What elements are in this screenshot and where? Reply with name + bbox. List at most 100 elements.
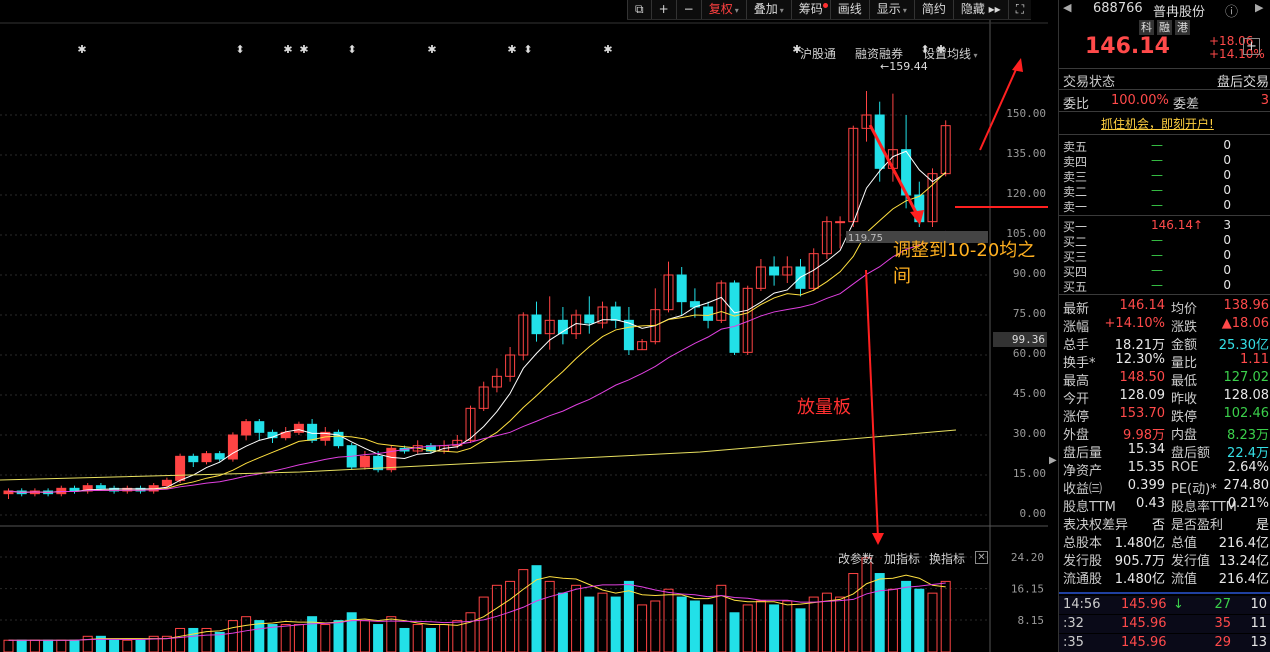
link-ma-settings[interactable]: 设置均线 ▾ (923, 45, 978, 62)
stat-value: 0.43 (1136, 496, 1165, 511)
stats-row: 换手* 12.30% 量比 1.11 (1059, 351, 1270, 371)
bids-row[interactable]: 买五 — 0 (1059, 277, 1270, 294)
volume-bar (808, 596, 819, 652)
volume-bar (333, 620, 344, 652)
toolbar-item-label: 显示 (876, 2, 901, 16)
toolbar-item-6[interactable]: 画线 (829, 0, 869, 19)
mid-price-label: 119.75 (848, 233, 883, 244)
tick-volume: 35 (1214, 616, 1231, 631)
level-price: 146.14↑ (1151, 218, 1204, 232)
price-tick: 45.00 (1012, 387, 1046, 400)
toolbar-item-label: 画线 (837, 2, 862, 16)
switch-indicator-button[interactable]: 换指标 (929, 550, 965, 567)
close-icon[interactable]: ✕ (975, 551, 988, 564)
toolbar-item-0[interactable]: ⧉ (627, 0, 651, 19)
price-tick: 60.00 (1012, 347, 1046, 360)
change-params-button[interactable]: 改参数 (838, 550, 874, 567)
bids-row[interactable]: 买四 —0 (1059, 262, 1270, 279)
candle-body (161, 479, 172, 487)
volume-bar (69, 639, 80, 652)
add-indicator-button[interactable]: 加指标 (884, 550, 920, 567)
toolbar-item-8[interactable]: 简约 (913, 0, 953, 19)
arrow-line (868, 124, 922, 221)
level-volume: 0 (1223, 248, 1231, 262)
prev-stock-icon[interactable]: ◀ (1063, 1, 1071, 14)
chart-toolbar: ⧉ + − 复权 ▾ 叠加 ▾ 筹码 画线 显示 ▾ 简约 隐藏 ▸▸ ⛶ (627, 0, 1032, 20)
quote-panel: ◀ 688766 普冉股份 ⓘ ▶ 科 融 港 146.14 +18.06 +1… (1058, 0, 1270, 652)
candle-body (254, 421, 265, 433)
level-volume: 0 (1223, 168, 1231, 182)
volume-bar (175, 627, 186, 652)
price-tick: 120.00 (1006, 187, 1046, 200)
volume-bar (122, 639, 133, 652)
candle-body (69, 487, 80, 492)
stat-value: 148.50 (1119, 370, 1166, 385)
stat-label: ROE (1171, 460, 1199, 475)
level-volume: 0 (1223, 278, 1231, 292)
promo-text[interactable]: 抓住机会，即刻开户! (1101, 115, 1214, 132)
stats-row: 最高 148.50 最低 127.02 (1059, 369, 1270, 389)
toolbar-item-2[interactable]: − (675, 0, 701, 19)
volume-bar (412, 624, 423, 652)
stock-code: 688766 (1093, 1, 1143, 16)
bids-row[interactable]: 买一 146.14↑ 3 (1059, 217, 1270, 234)
candle-body (703, 306, 714, 321)
volume-bar (399, 627, 410, 652)
stats-row: 涨幅 +14.10% 涨跌 ▲18.06 (1059, 315, 1270, 335)
stat-value: 12.30% (1115, 352, 1165, 367)
asks-row[interactable]: 卖三 —0 (1059, 167, 1270, 184)
volume-bar (782, 600, 793, 652)
stats-row: 最新 146.14 均价 138.96 (1059, 297, 1270, 317)
link-hugutong[interactable]: 沪股通 (800, 45, 836, 62)
link-margin[interactable]: 融资融券 (855, 45, 903, 62)
promo-banner[interactable]: 抓住机会，即刻开户! (1059, 114, 1270, 132)
tick-count: 13 (1250, 635, 1267, 650)
asks-row[interactable]: 卖五 —0 (1059, 137, 1270, 154)
asks-row[interactable]: 卖四 —0 (1059, 152, 1270, 169)
toolbar-item-3[interactable]: 复权 ▾ (700, 0, 746, 19)
collapse-panel-icon[interactable]: ▶ (1049, 455, 1057, 473)
volume-bar (769, 604, 780, 652)
level-volume: 0 (1223, 233, 1231, 247)
toolbar-item-label: − (683, 2, 694, 16)
toolbar-item-5[interactable]: 筹码 (790, 0, 830, 19)
candle-body (188, 455, 199, 463)
stats-row: 总股本 1.480亿 总值 216.4亿 (1059, 531, 1270, 551)
current-price-label: 99.36 (993, 332, 1047, 347)
level-label: 买五 (1063, 280, 1088, 294)
candle-body (584, 314, 595, 324)
stat-value: 128.09 (1119, 388, 1166, 403)
toolbar-item-label: 筹码 (798, 2, 823, 16)
tick-time: :35 (1063, 635, 1084, 650)
volume-bar (557, 592, 568, 652)
level-price: — (1151, 153, 1163, 167)
toolbar-item-9[interactable]: 隐藏 ▸▸ (952, 0, 1008, 19)
volume-bar (478, 596, 489, 652)
volume-bar (505, 580, 516, 652)
next-stock-icon[interactable]: ▶ (1255, 1, 1263, 14)
volume-bar (320, 624, 331, 652)
volume-bar (887, 588, 898, 652)
volume-bar (676, 596, 687, 652)
toolbar-item-7[interactable]: 显示 ▾ (868, 0, 914, 19)
volume-bar (293, 624, 304, 652)
ma60-line (0, 429, 957, 481)
level-price: — (1151, 138, 1163, 152)
level-price: — (1151, 278, 1163, 292)
toolbar-item-10[interactable]: ⛶ (1007, 0, 1031, 19)
stats-row: 涨停 153.70 跌停 102.46 (1059, 405, 1270, 425)
volume-bar (729, 612, 740, 652)
bids-row[interactable]: 买二 —0 (1059, 232, 1270, 249)
level-price: — (1151, 248, 1163, 262)
weicha-label: 委差 (1173, 97, 1200, 112)
asks-row[interactable]: 卖二 —0 (1059, 182, 1270, 199)
volume-bar (650, 600, 661, 652)
stat-value: 153.70 (1119, 406, 1166, 421)
toolbar-item-1[interactable]: + (650, 0, 676, 19)
asks-row[interactable]: 卖一 — 0 (1059, 197, 1270, 214)
bids-row[interactable]: 买三 —0 (1059, 247, 1270, 264)
add-watchlist-button[interactable]: + (1243, 38, 1260, 55)
toolbar-item-4[interactable]: 叠加 ▾ (745, 0, 791, 19)
volume-bar (439, 624, 450, 652)
toolbar-item-label: 隐藏 ▸▸ (960, 2, 1001, 16)
